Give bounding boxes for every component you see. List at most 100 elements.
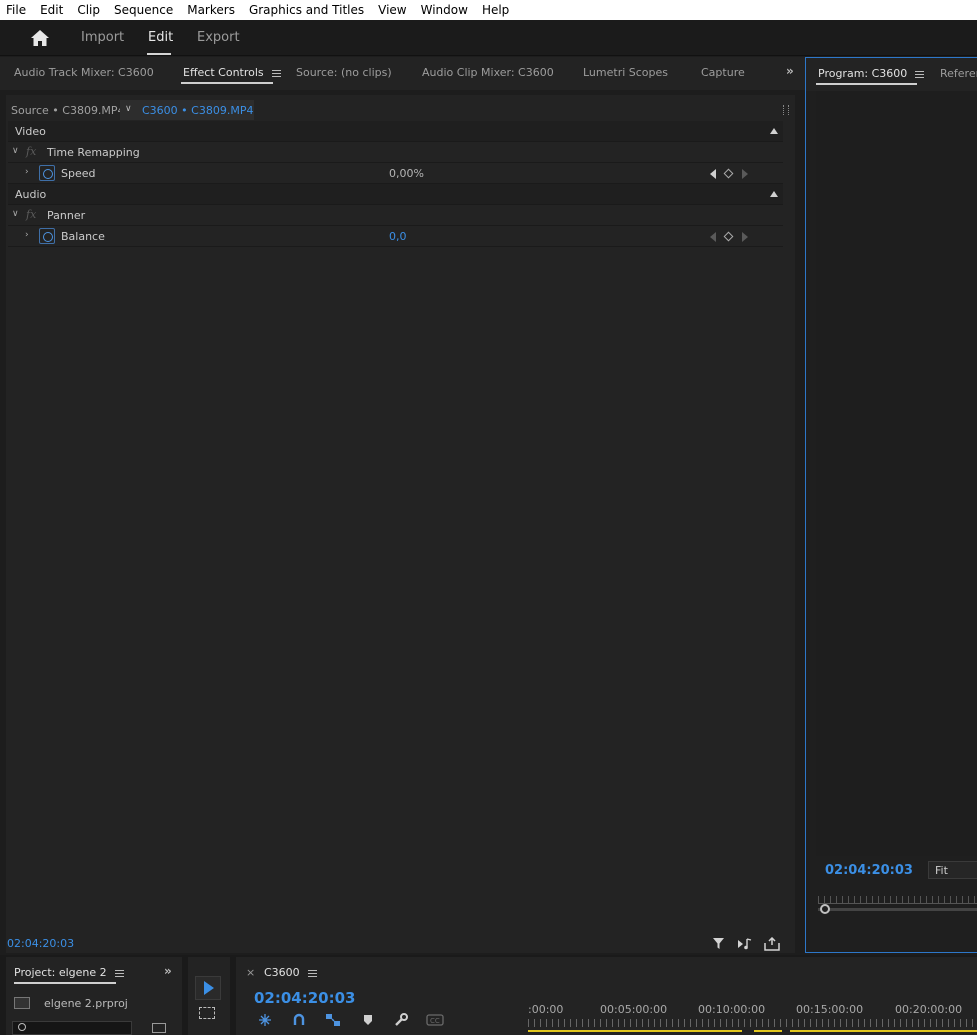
audio-section-header[interactable]: Audio: [8, 184, 783, 205]
resize-grip-icon[interactable]: [783, 105, 789, 115]
twirl-open-icon[interactable]: ∨: [12, 209, 19, 219]
tab-program-monitor[interactable]: Program: C3600: [818, 67, 925, 80]
previous-keyframe-icon[interactable]: [710, 232, 716, 242]
export-frame-icon[interactable]: [764, 937, 780, 951]
panner-label: Panner: [47, 209, 86, 222]
tab-lumetri-scopes[interactable]: Lumetri Scopes: [583, 66, 668, 79]
menu-markers[interactable]: Markers: [180, 3, 242, 17]
ruler-label: 00:05:00:00: [600, 1003, 668, 1016]
menu-view[interactable]: View: [371, 3, 413, 17]
workspace-tab-edit[interactable]: Edit: [148, 30, 173, 45]
fx-icon[interactable]: fx: [26, 208, 36, 221]
captions-icon[interactable]: CC: [426, 1013, 444, 1027]
filter-icon[interactable]: [712, 937, 726, 951]
project-panel-title: Project: elgene 2: [14, 966, 107, 979]
speed-value[interactable]: 0,00%: [389, 167, 424, 180]
collapse-up-icon[interactable]: [770, 128, 778, 134]
project-file-name[interactable]: elgene 2.prproj: [44, 997, 128, 1010]
more-tabs-chevron-icon[interactable]: »: [164, 964, 172, 978]
effect-row-time-remapping[interactable]: ∨ fx Time Remapping: [8, 142, 783, 163]
ruler-label: 00:20:00:00: [895, 1003, 963, 1016]
project-file-icon: [14, 997, 30, 1009]
menu-graphics-and-titles[interactable]: Graphics and Titles: [242, 3, 371, 17]
search-icon: [18, 1023, 26, 1031]
tools-panel: [188, 957, 230, 1035]
workspace-tab-import[interactable]: Import: [81, 30, 124, 45]
balance-label: Balance: [61, 230, 105, 243]
timeline-time-ruler[interactable]: [528, 1019, 977, 1027]
next-keyframe-icon[interactable]: [742, 232, 748, 242]
param-row-speed[interactable]: › Speed 0,00%: [8, 163, 783, 184]
twirl-closed-icon[interactable]: ›: [25, 167, 29, 177]
video-section-label: Video: [15, 125, 46, 138]
linked-selection-icon[interactable]: [325, 1013, 341, 1027]
speed-label: Speed: [61, 167, 96, 180]
previous-keyframe-icon[interactable]: [710, 169, 716, 179]
add-keyframe-icon[interactable]: [723, 231, 734, 242]
panel-menu-icon[interactable]: [114, 969, 124, 977]
effect-controls-timecode[interactable]: 02:04:20:03: [7, 937, 74, 950]
menu-clip[interactable]: Clip: [70, 3, 107, 17]
stopwatch-icon[interactable]: [39, 165, 55, 181]
clip-selector-bar: Source • C3809.MP4 ∨ C3600 • C3809.MP4: [6, 100, 795, 120]
selection-tool-icon[interactable]: [195, 976, 221, 1000]
menu-help[interactable]: Help: [475, 3, 516, 17]
ruler-label: 00:10:00:00: [698, 1003, 766, 1016]
program-zoom-scrollbar[interactable]: [818, 908, 977, 911]
menu-bar: File Edit Clip Sequence Markers Graphics…: [0, 0, 977, 20]
more-tabs-chevron-icon[interactable]: »: [786, 64, 794, 78]
balance-value[interactable]: 0,0: [389, 230, 407, 243]
tab-reference-monitor[interactable]: Referen: [940, 67, 977, 80]
program-time-ruler[interactable]: [818, 896, 977, 904]
track-select-tool-icon[interactable]: [199, 1007, 215, 1019]
effect-row-panner[interactable]: ∨ fx Panner: [8, 205, 783, 226]
menu-window[interactable]: Window: [414, 3, 475, 17]
tab-effect-controls[interactable]: Effect Controls: [183, 66, 281, 79]
twirl-open-icon[interactable]: ∨: [12, 146, 19, 156]
wrench-settings-icon[interactable]: [394, 1013, 408, 1027]
fx-icon[interactable]: fx: [26, 145, 36, 158]
panel-menu-icon[interactable]: [271, 69, 281, 77]
tab-capture[interactable]: Capture: [701, 66, 745, 79]
close-icon[interactable]: ×: [246, 966, 255, 979]
tab-timeline-sequence[interactable]: C3600: [264, 966, 317, 979]
panel-menu-icon[interactable]: [307, 969, 317, 977]
timeline-timecode[interactable]: 02:04:20:03: [254, 989, 356, 1007]
loop-audio-icon[interactable]: [737, 937, 753, 951]
tab-source[interactable]: Source: (no clips): [296, 66, 392, 79]
tab-audio-track-mixer[interactable]: Audio Track Mixer: C3600: [14, 66, 154, 79]
workspace-tab-export[interactable]: Export: [197, 30, 240, 45]
workspace-bar: Import Edit Export: [0, 20, 977, 56]
tab-audio-clip-mixer[interactable]: Audio Clip Mixer: C3600: [422, 66, 554, 79]
effect-controls-footer: 02:04:20:03: [6, 935, 795, 953]
menu-sequence[interactable]: Sequence: [107, 3, 180, 17]
active-tab-indicator: [181, 82, 273, 84]
param-row-balance[interactable]: › Balance 0,0: [8, 226, 783, 247]
stopwatch-icon[interactable]: [39, 228, 55, 244]
video-section-header[interactable]: Video: [8, 121, 783, 142]
keyframe-navigator: [708, 231, 752, 243]
program-timecode[interactable]: 02:04:20:03: [825, 863, 913, 878]
menu-edit[interactable]: Edit: [33, 3, 70, 17]
new-bin-icon[interactable]: [152, 1023, 166, 1033]
effect-controls-list: Video ∨ fx Time Remapping › Speed 0,00% …: [8, 121, 783, 247]
collapse-up-icon[interactable]: [770, 191, 778, 197]
project-search-input[interactable]: [12, 1021, 132, 1035]
twirl-closed-icon[interactable]: ›: [25, 230, 29, 240]
snap-magnet-icon[interactable]: [292, 1013, 306, 1027]
tab-project[interactable]: Project: elgene 2: [14, 966, 124, 979]
program-monitor-viewer[interactable]: [816, 91, 977, 856]
panel-menu-icon[interactable]: [915, 70, 925, 78]
playhead-handle[interactable]: [820, 904, 830, 914]
sequence-clip-dropdown[interactable]: ∨ C3600 • C3809.MP4: [120, 100, 254, 120]
next-keyframe-icon[interactable]: [742, 169, 748, 179]
nest-sequence-icon[interactable]: [258, 1013, 272, 1027]
home-icon[interactable]: [30, 29, 50, 47]
add-keyframe-icon[interactable]: [723, 168, 734, 179]
zoom-level-dropdown[interactable]: Fit: [928, 861, 977, 879]
project-panel: Project: elgene 2 » elgene 2.prproj: [6, 957, 182, 1035]
source-clip-label[interactable]: Source • C3809.MP4: [11, 104, 125, 117]
add-marker-icon[interactable]: [362, 1013, 374, 1027]
menu-file[interactable]: File: [0, 3, 33, 17]
active-workspace-indicator: [147, 53, 171, 55]
